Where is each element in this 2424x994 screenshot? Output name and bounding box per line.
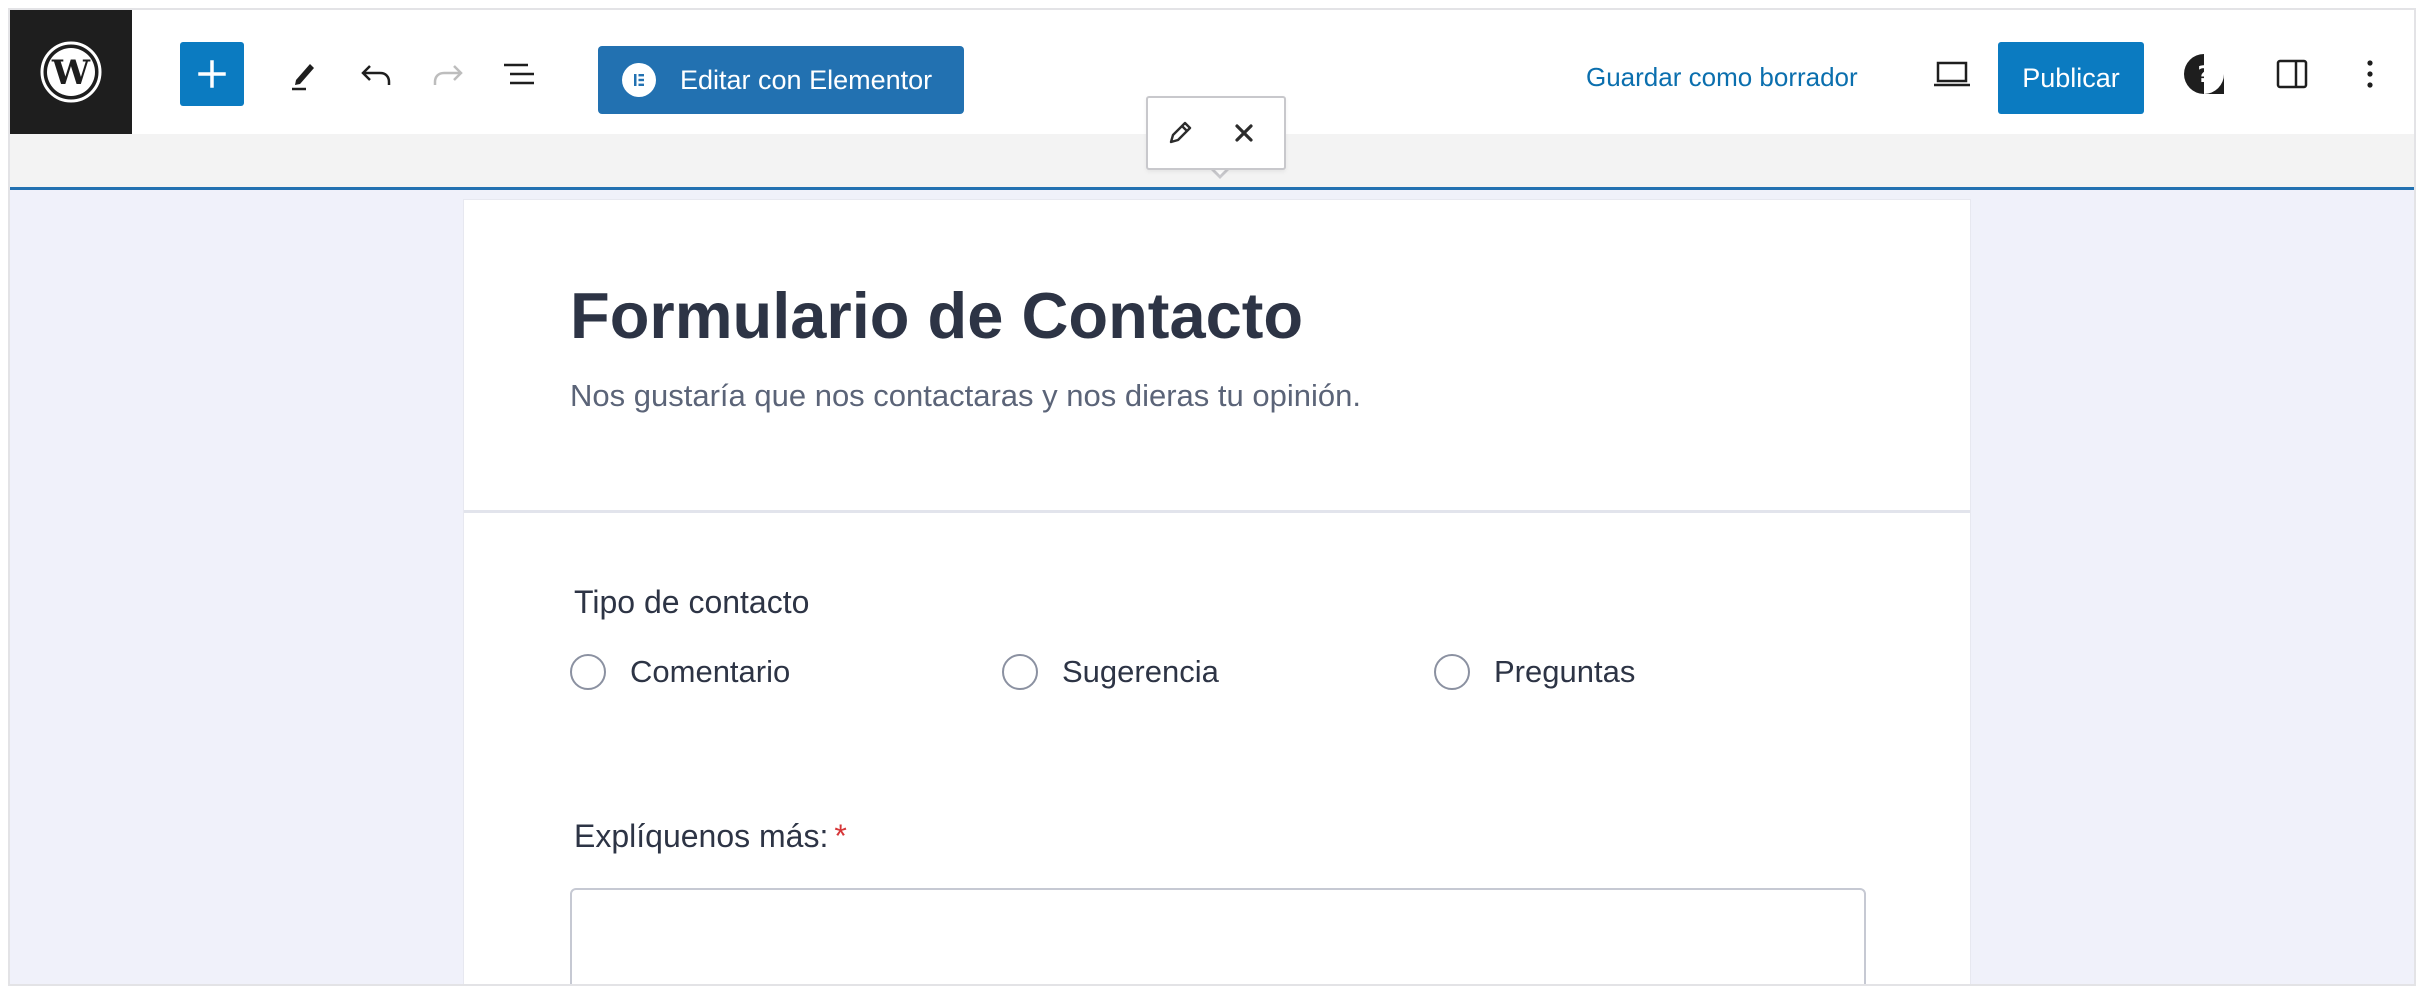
radio-option-preguntas[interactable]: Preguntas bbox=[1434, 654, 1635, 690]
radio-label: Preguntas bbox=[1494, 654, 1636, 689]
tools-button[interactable] bbox=[272, 42, 336, 106]
editor-canvas: Formulario de Contacto Nos gustaría que … bbox=[10, 190, 2414, 984]
add-block-button[interactable] bbox=[180, 42, 244, 106]
more-vertical-icon bbox=[2367, 60, 2373, 88]
explain-more-text: Explíquenos más: bbox=[574, 818, 829, 854]
popover-edit-button[interactable] bbox=[1148, 101, 1212, 165]
options-button[interactable] bbox=[2338, 42, 2402, 106]
pencil-icon bbox=[292, 64, 314, 91]
svg-text:W: W bbox=[51, 53, 91, 93]
radio-option-comentario[interactable]: Comentario bbox=[570, 654, 790, 690]
wordpress-icon: W bbox=[40, 41, 102, 103]
close-icon bbox=[1235, 124, 1253, 142]
radio-button[interactable] bbox=[1434, 654, 1470, 690]
form-divider bbox=[464, 510, 1970, 513]
undo-icon bbox=[361, 65, 391, 85]
pencil-icon bbox=[1169, 121, 1192, 144]
editor-window: W Editar con Elementor Guardar como borr… bbox=[8, 8, 2416, 986]
plus-icon bbox=[198, 60, 226, 88]
settings-sidebar-button[interactable] bbox=[2260, 42, 2324, 106]
wordpress-logo-button[interactable]: W bbox=[10, 10, 132, 134]
required-mark: * bbox=[834, 818, 847, 854]
radio-button[interactable] bbox=[1002, 654, 1038, 690]
contact-type-label: Tipo de contacto bbox=[574, 584, 810, 620]
svg-text:?: ? bbox=[2198, 63, 2211, 88]
form-card: Formulario de Contacto Nos gustaría que … bbox=[464, 200, 1970, 984]
popover-close-button[interactable] bbox=[1212, 101, 1276, 165]
explain-more-label: Explíquenos más: * bbox=[574, 818, 847, 855]
list-view-button[interactable] bbox=[488, 42, 552, 106]
redo-button[interactable] bbox=[416, 42, 480, 106]
edit-with-elementor-button[interactable]: Editar con Elementor bbox=[598, 46, 964, 114]
list-view-icon bbox=[504, 63, 534, 85]
help-button[interactable]: ? bbox=[2172, 42, 2236, 106]
laptop-icon bbox=[1934, 61, 1970, 87]
elementor-icon bbox=[622, 63, 656, 97]
sidebar-icon bbox=[2276, 59, 2308, 89]
edit-with-elementor-label: Editar con Elementor bbox=[680, 64, 933, 95]
save-draft-button[interactable]: Guardar como borrador bbox=[1586, 62, 1858, 93]
radio-option-sugerencia[interactable]: Sugerencia bbox=[1002, 654, 1219, 690]
radio-label: Comentario bbox=[630, 654, 791, 689]
redo-icon bbox=[433, 65, 463, 85]
explain-more-textarea[interactable] bbox=[570, 888, 1866, 984]
help-icon: ? bbox=[2184, 54, 2224, 94]
form-subtitle: Nos gustaría que nos contactaras y nos d… bbox=[570, 378, 1361, 413]
radio-button[interactable] bbox=[570, 654, 606, 690]
block-popover bbox=[1146, 96, 1286, 170]
preview-button[interactable] bbox=[1920, 42, 1984, 106]
form-title: Formulario de Contacto bbox=[570, 279, 1304, 352]
publish-button[interactable]: Publicar bbox=[1998, 42, 2144, 114]
undo-button[interactable] bbox=[344, 42, 408, 106]
radio-label: Sugerencia bbox=[1062, 654, 1219, 689]
